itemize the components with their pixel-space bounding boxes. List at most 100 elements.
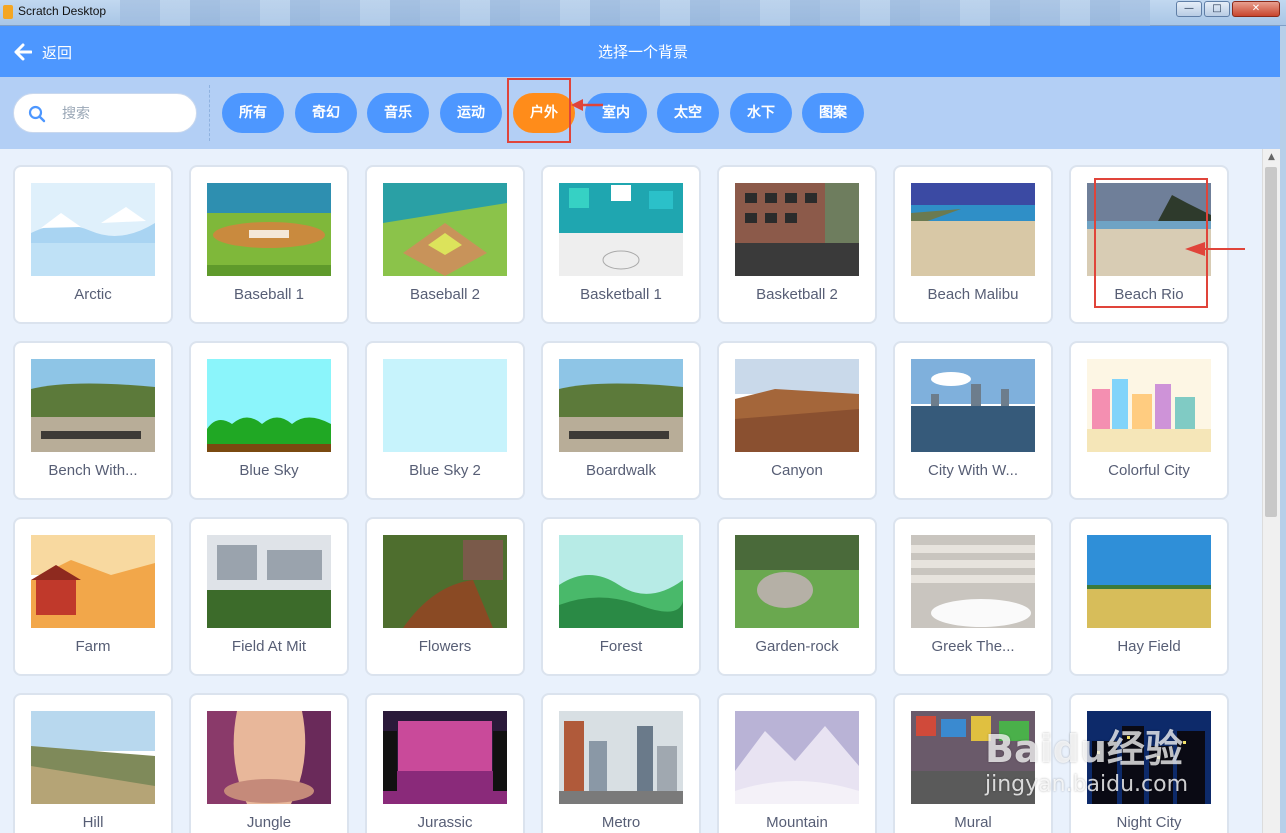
- backdrop-card[interactable]: Colorful City: [1069, 341, 1229, 500]
- backdrop-card[interactable]: Garden-rock: [717, 517, 877, 676]
- backdrop-thumbnail: [207, 183, 331, 276]
- backdrop-thumbnail: [1087, 711, 1211, 804]
- backdrop-card[interactable]: Jurassic: [365, 693, 525, 833]
- backdrop-thumbnail: [735, 535, 859, 628]
- backdrop-label: Greek The...: [931, 638, 1015, 655]
- backdrop-label: Jurassic: [417, 814, 473, 831]
- backdrop-thumbnail: [1087, 535, 1211, 628]
- backdrop-thumbnail: [911, 535, 1035, 628]
- backdrop-thumbnail: [911, 359, 1035, 452]
- backdrop-label: Bench With...: [48, 462, 138, 479]
- backdrop-thumbnail: [735, 711, 859, 804]
- backdrop-label: Blue Sky: [239, 462, 299, 479]
- backdrop-label: City With W...: [928, 462, 1018, 479]
- annotation-highlight-box: [507, 78, 571, 143]
- backdrop-thumbnail: [207, 711, 331, 804]
- backdrop-label: Farm: [75, 638, 111, 655]
- taskbar-strip: [120, 0, 1150, 26]
- backdrop-label: Colorful City: [1108, 462, 1190, 479]
- backdrop-card[interactable]: Forest: [541, 517, 701, 676]
- backdrop-card[interactable]: Arctic: [13, 165, 173, 324]
- backdrop-thumbnail: [31, 359, 155, 452]
- maximize-button[interactable]: □: [1204, 1, 1230, 17]
- tag-8[interactable]: 图案: [802, 93, 864, 133]
- backdrop-label: Basketball 1: [580, 286, 662, 303]
- backdrop-card[interactable]: Blue Sky: [189, 341, 349, 500]
- backdrop-thumbnail: [383, 535, 507, 628]
- library-header: 返回 选择一个背景: [0, 26, 1286, 77]
- tag-7[interactable]: 水下: [730, 93, 792, 133]
- backdrop-card[interactable]: Boardwalk: [541, 341, 701, 500]
- backdrop-label: Flowers: [418, 638, 472, 655]
- backdrop-card[interactable]: City With W...: [893, 341, 1053, 500]
- annotation-arrow-icon: [571, 99, 603, 111]
- backdrop-card[interactable]: Beach Malibu: [893, 165, 1053, 324]
- backdrop-card[interactable]: Farm: [13, 517, 173, 676]
- backdrop-thumbnail: [559, 359, 683, 452]
- backdrop-thumbnail: [383, 711, 507, 804]
- backdrop-thumbnail: [911, 711, 1035, 804]
- backdrop-label: Baseball 1: [233, 286, 305, 303]
- scroll-thumb[interactable]: [1265, 167, 1277, 517]
- backdrop-card[interactable]: Blue Sky 2: [365, 341, 525, 500]
- backdrop-card[interactable]: Mountain: [717, 693, 877, 833]
- search-input[interactable]: [62, 102, 188, 126]
- backdrop-label: Forest: [599, 638, 643, 655]
- backdrop-card[interactable]: Bench With...: [13, 341, 173, 500]
- backdrop-label: Beach Malibu: [927, 286, 1019, 303]
- backdrop-thumbnail: [31, 535, 155, 628]
- backdrop-card[interactable]: Mural: [893, 693, 1053, 833]
- backdrop-card[interactable]: Metro: [541, 693, 701, 833]
- tag-6[interactable]: 太空: [657, 93, 719, 133]
- backdrop-card[interactable]: Jungle: [189, 693, 349, 833]
- backdrop-thumbnail: [383, 359, 507, 452]
- tag-3[interactable]: 运动: [440, 93, 502, 133]
- backdrop-card[interactable]: Hay Field: [1069, 517, 1229, 676]
- backdrop-label: Basketball 2: [756, 286, 838, 303]
- backdrop-thumbnail: [1087, 359, 1211, 452]
- backdrop-thumbnail: [559, 711, 683, 804]
- backdrop-thumbnail: [207, 359, 331, 452]
- window-titlebar: Scratch Desktop — □ ✕: [0, 0, 1286, 26]
- search-icon: [28, 105, 46, 123]
- backdrop-card[interactable]: Greek The...: [893, 517, 1053, 676]
- backdrop-card[interactable]: Basketball 1: [541, 165, 701, 324]
- backdrop-card[interactable]: Baseball 1: [189, 165, 349, 324]
- backdrop-label: Metro: [601, 814, 641, 831]
- backdrop-card[interactable]: Baseball 2: [365, 165, 525, 324]
- backdrop-label: Hay Field: [1117, 638, 1181, 655]
- backdrop-card[interactable]: Field At Mit: [189, 517, 349, 676]
- backdrop-card[interactable]: Canyon: [717, 341, 877, 500]
- tag-2[interactable]: 音乐: [367, 93, 429, 133]
- backdrop-thumbnail: [31, 711, 155, 804]
- backdrop-label: Jungle: [246, 814, 292, 831]
- backdrop-thumbnail: [559, 183, 683, 276]
- backdrop-label: Field At Mit: [231, 638, 307, 655]
- filter-divider: [209, 85, 210, 141]
- backdrop-thumbnail: [383, 183, 507, 276]
- backdrop-card[interactable]: Hill: [13, 693, 173, 833]
- close-button[interactable]: ✕: [1232, 1, 1280, 17]
- backdrop-label: Blue Sky 2: [409, 462, 481, 479]
- backdrop-thumbnail: [31, 183, 155, 276]
- backdrop-label: Canyon: [771, 462, 823, 479]
- backdrop-card[interactable]: Flowers: [365, 517, 525, 676]
- filter-bar: 所有奇幻音乐运动户外室内太空水下图案: [0, 77, 1286, 149]
- backdrop-label: Mountain: [766, 814, 828, 831]
- page-title: 选择一个背景: [597, 43, 688, 61]
- backdrop-thumbnail: [735, 359, 859, 452]
- vertical-scrollbar[interactable]: ▲: [1262, 149, 1280, 833]
- backdrop-grid: Arctic Baseball 1 Baseball 2 Basketball 1 Ba…: [0, 149, 1262, 833]
- backdrop-label: Garden-rock: [755, 638, 839, 655]
- scroll-up-icon[interactable]: ▲: [1263, 149, 1280, 166]
- backdrop-label: Hill: [82, 814, 104, 831]
- tag-0[interactable]: 所有: [222, 93, 284, 133]
- scratch-app-icon: [3, 5, 13, 19]
- search-box[interactable]: [13, 93, 197, 133]
- backdrop-thumbnail: [911, 183, 1035, 276]
- minimize-button[interactable]: —: [1176, 1, 1202, 17]
- backdrop-label: Boardwalk: [585, 462, 657, 479]
- backdrop-card[interactable]: Basketball 2: [717, 165, 877, 324]
- tag-1[interactable]: 奇幻: [295, 93, 357, 133]
- backdrop-card[interactable]: Night City: [1069, 693, 1229, 833]
